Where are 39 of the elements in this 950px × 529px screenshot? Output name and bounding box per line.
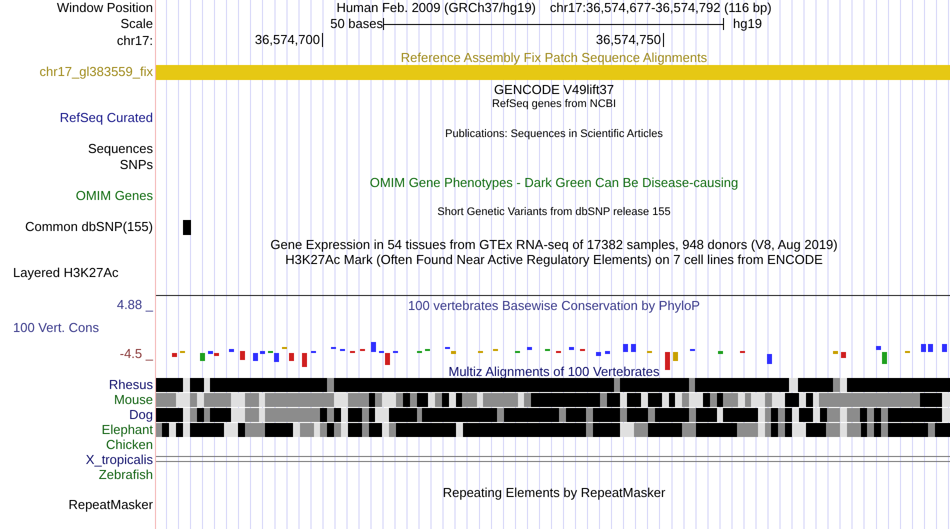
track-label[interactable]: SNPs [120,157,153,172]
track-title: Repeating Elements by RepeatMasker [442,485,666,500]
track-title: GENCODE V49lift37 [494,82,614,97]
patch-alignment-bar[interactable] [156,65,950,80]
assembly-name: Human Feb. 2009 (GRCh37/hg19) [336,0,536,16]
track-label[interactable]: Common dbSNP(155) [25,219,153,234]
track-label[interactable]: RepeatMasker [68,497,153,512]
track-label[interactable]: OMIM Genes [76,188,153,203]
track-label[interactable]: Chicken [106,437,153,452]
track-title: RefSeq genes from NCBI [492,98,616,111]
coordinate-label: 36,574,750 [596,33,664,47]
track-label[interactable]: 4.88 _ [116,297,153,312]
assembly-label: hg19 [733,16,762,32]
track-label[interactable]: RefSeq Curated [60,110,153,125]
track-label[interactable]: Sequences [88,141,153,156]
track-label[interactable]: chr17: [116,33,153,48]
track-label[interactable]: Scale [120,16,153,31]
track-label[interactable]: Dog [129,407,153,422]
position-text: chr17:36,574,677-36,574,792 (116 bp) [550,0,772,16]
track-label[interactable]: X_tropicalis [86,452,153,467]
track-label[interactable]: Mouse [114,392,153,407]
track-title: OMIM Gene Phenotypes - Dark Green Can Be Disease-causing [370,175,738,190]
track-title: Reference Assembly Fix Patch Sequence Alignments [400,50,708,65]
track-title: Gene Expression in 54 tissues from GTEx RNA-seq of 17382 samples, 948 donors (V8, Aug 2019) [270,237,838,252]
scale-text: 50 bases [330,16,383,32]
track-label[interactable]: Elephant [102,422,153,437]
track-title: Publications: Sequences in Scientific Articles [445,128,663,141]
track-title: Multiz Alignments of 100 Vertebrates [448,364,660,378]
track-label[interactable]: -4.5 _ [120,346,153,361]
track-title: H3K27Ac Mark (Often Found Near Active Regulatory Elements) on 7 cell lines from ENCODE [285,252,823,267]
track-label[interactable]: Rhesus [108,377,153,392]
track-title: 100 vertebrates Basewise Conservation by PhyloP [408,298,700,313]
track-label[interactable]: Layered H3K27Ac [13,265,119,280]
snp-marker[interactable] [183,220,191,235]
track-label[interactable]: 100 Vert. Cons [13,320,99,335]
track-label[interactable]: Window Position [56,0,153,15]
coordinate-label: 36,574,700 [254,33,323,47]
track-title: Short Genetic Variants from dbSNP release 155 [437,206,671,219]
track-label[interactable]: Zebrafish [98,467,153,482]
